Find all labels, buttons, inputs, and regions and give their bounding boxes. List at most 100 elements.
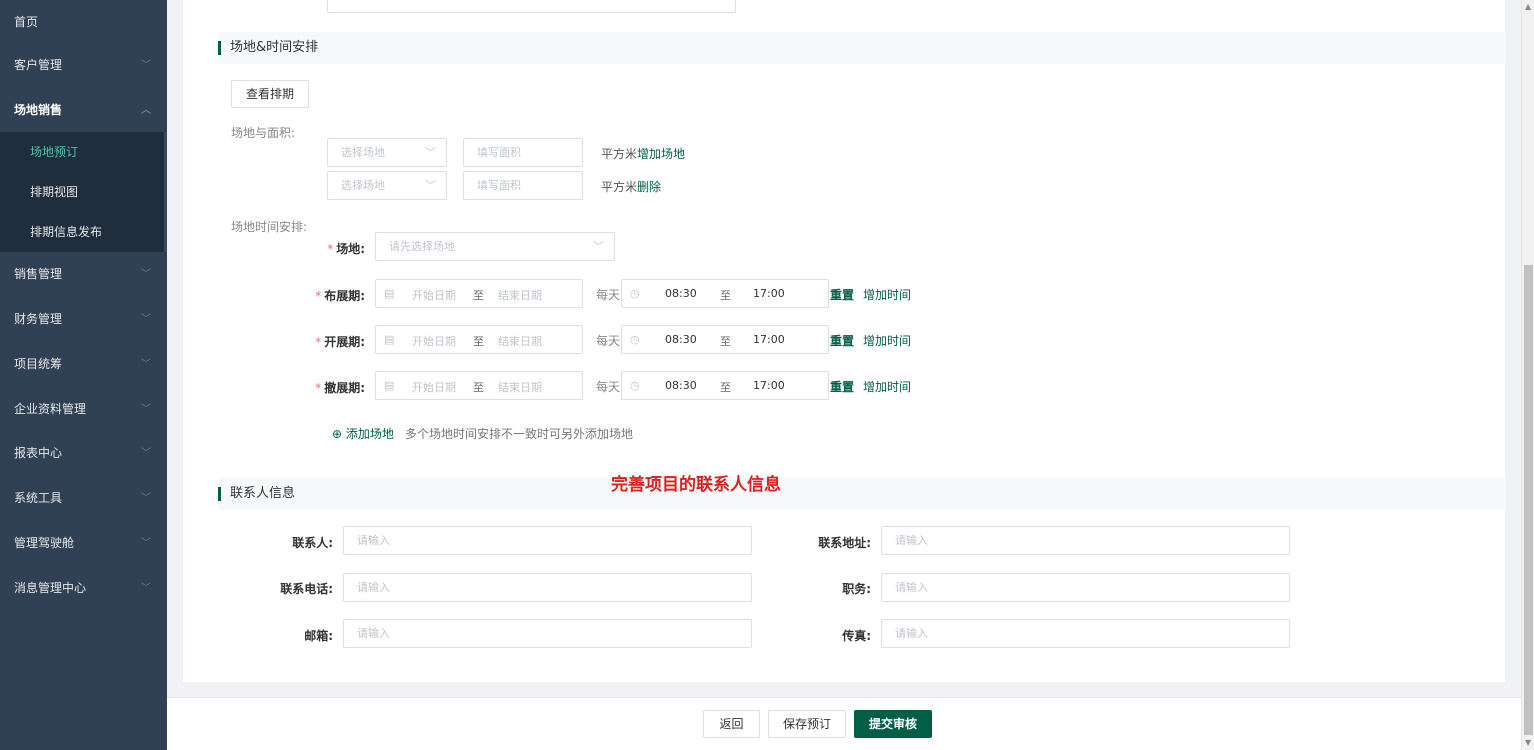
section-title: 联系人信息 xyxy=(230,486,296,501)
venue-select[interactable]: 选择场地 ﹀ xyxy=(327,171,447,200)
page-scrollbar[interactable]: ▲ ▼ xyxy=(1521,0,1534,750)
reset-link[interactable]: 重置 xyxy=(830,332,854,349)
sidebar-subitem-schedule-publish[interactable]: 排期信息发布 xyxy=(0,212,167,252)
sidebar-item-company-docs[interactable]: 企业资料管理 ﹀ xyxy=(0,387,167,432)
sidebar-item-reports[interactable]: 报表中心 ﹀ xyxy=(0,431,167,476)
daily-label: 每天 xyxy=(596,288,621,302)
save-booking-button[interactable]: 保存预订 xyxy=(768,710,846,738)
footer-actions: 返回 保存预订 提交审核 xyxy=(167,697,1521,750)
input-placeholder: 请输入 xyxy=(895,581,928,594)
chevron-down-icon: ﹀ xyxy=(141,538,151,549)
sidebar-item-label: 场地销售 xyxy=(14,103,63,117)
add-venue-link[interactable]: ⊕ 添加场地 xyxy=(332,425,394,442)
chevron-down-icon: ﹀ xyxy=(425,179,436,192)
setup-period-label: * 布展期: xyxy=(315,289,365,303)
section-title: 场地&时间安排 xyxy=(230,40,319,55)
teardown-date-range-picker[interactable]: ▤ 开始日期 至 结束日期 xyxy=(375,371,583,400)
input-placeholder: 填写面积 xyxy=(477,179,521,192)
chevron-down-icon: ﹀ xyxy=(141,448,151,459)
end-time-value: 17:00 xyxy=(753,379,785,392)
reset-link[interactable]: 重置 xyxy=(830,378,854,395)
sidebar-item-label: 销售管理 xyxy=(14,267,63,281)
range-separator: 至 xyxy=(720,289,731,302)
contact-phone-input[interactable]: 请输入 xyxy=(343,573,752,602)
add-time-link[interactable]: 增加时间 xyxy=(863,378,911,395)
input-placeholder: 请输入 xyxy=(357,627,390,640)
area-input[interactable]: 填写面积 xyxy=(463,171,583,200)
input-placeholder: 请输入 xyxy=(895,534,928,547)
start-time-value: 08:30 xyxy=(665,287,697,300)
area-unit: 平方米 xyxy=(601,147,638,161)
contact-name-input[interactable]: 请输入 xyxy=(343,526,752,555)
clock-icon: ◷ xyxy=(630,333,640,346)
sidebar-subitem-schedule-view[interactable]: 排期视图 xyxy=(0,172,167,212)
chevron-down-icon: ﹀ xyxy=(141,359,151,370)
section-contacts: 联系人信息 xyxy=(218,478,1506,510)
sidebar-subitem-label: 场地预订 xyxy=(30,145,79,159)
sidebar-item-venue-sales[interactable]: 场地销售 ︿ xyxy=(0,88,167,133)
sidebar-item-label: 财务管理 xyxy=(14,312,63,326)
sidebar-item-system-tools[interactable]: 系统工具 ﹀ xyxy=(0,476,167,521)
job-title-input[interactable]: 请输入 xyxy=(881,573,1290,602)
add-time-link[interactable]: 增加时间 xyxy=(863,332,911,349)
email-label: 邮箱: xyxy=(304,629,333,643)
range-separator: 至 xyxy=(473,289,484,302)
setup-date-range-picker[interactable]: ▤ 开始日期 至 结束日期 xyxy=(375,279,583,308)
input-placeholder: 请输入 xyxy=(895,627,928,640)
scrollbar-thumb[interactable] xyxy=(1524,265,1533,735)
sidebar-item-finance[interactable]: 财务管理 ﹀ xyxy=(0,297,167,342)
sidebar-item-customer[interactable]: 客户管理 ﹀ xyxy=(0,43,167,88)
select-placeholder: 选择场地 xyxy=(341,146,385,159)
view-schedule-button[interactable]: 查看排期 xyxy=(231,80,309,108)
sidebar-item-home[interactable]: 首页 xyxy=(0,0,167,45)
sidebar-item-sales[interactable]: 销售管理 ﹀ xyxy=(0,252,167,297)
exhibition-time-range-picker[interactable]: ◷ 08:30 至 17:00 xyxy=(621,325,829,354)
chevron-down-icon: ﹀ xyxy=(593,240,604,253)
section-venue-time: 场地&时间安排 xyxy=(218,32,1506,64)
teardown-time-range-picker[interactable]: ◷ 08:30 至 17:00 xyxy=(621,371,829,400)
add-venue-hint: 多个场地时间安排不一致时可另外添加场地 xyxy=(405,427,634,441)
contact-address-input[interactable]: 请输入 xyxy=(881,526,1290,555)
venue-select[interactable]: 选择场地 ﹀ xyxy=(327,138,447,167)
exhibition-date-range-picker[interactable]: ▤ 开始日期 至 结束日期 xyxy=(375,325,583,354)
sidebar-item-label: 企业资料管理 xyxy=(14,402,87,416)
sidebar-item-messages[interactable]: 消息管理中心 ﹀ xyxy=(0,566,167,611)
add-venue-row-link[interactable]: 增加场地 xyxy=(637,145,685,162)
back-button[interactable]: 返回 xyxy=(703,710,760,738)
calendar-icon: ▤ xyxy=(384,333,395,346)
add-time-link[interactable]: 增加时间 xyxy=(863,286,911,303)
reset-link[interactable]: 重置 xyxy=(830,286,854,303)
start-time-value: 08:30 xyxy=(665,379,697,392)
setup-time-range-picker[interactable]: ◷ 08:30 至 17:00 xyxy=(621,279,829,308)
chevron-down-icon: ﹀ xyxy=(141,583,151,594)
sidebar-item-label: 报表中心 xyxy=(14,446,63,460)
sidebar-item-cockpit[interactable]: 管理驾驶舱 ﹀ xyxy=(0,521,167,566)
annotation-banner: 完善项目的联系人信息 xyxy=(611,475,781,495)
chevron-down-icon: ﹀ xyxy=(141,60,151,71)
main-content: 场地&时间安排 查看排期 场地与面积: 选择场地 ﹀ 填写面积 平方米 增加场地 … xyxy=(167,0,1521,750)
previous-field-input[interactable] xyxy=(327,0,736,13)
exhibition-period-label: * 开展期: xyxy=(315,335,365,349)
start-date-placeholder: 开始日期 xyxy=(412,381,456,394)
venue-field-select[interactable]: 请先选择场地 ﹀ xyxy=(375,232,615,261)
venue-time-label: 场地时间安排: xyxy=(231,220,308,234)
range-separator: 至 xyxy=(720,381,731,394)
submit-review-button[interactable]: 提交审核 xyxy=(854,710,932,738)
fax-input[interactable]: 请输入 xyxy=(881,619,1290,648)
chevron-up-icon: ︿ xyxy=(141,105,151,116)
plus-circle-icon: ⊕ xyxy=(332,427,343,441)
chevron-down-icon: ﹀ xyxy=(141,314,151,325)
scroll-down-icon[interactable]: ▼ xyxy=(1525,738,1531,747)
end-date-placeholder: 结束日期 xyxy=(498,381,542,394)
form-card: 场地&时间安排 查看排期 场地与面积: 选择场地 ﹀ 填写面积 平方米 增加场地 … xyxy=(183,0,1506,682)
sidebar-subitem-venue-booking[interactable]: 场地预订 xyxy=(0,132,167,172)
area-unit: 平方米 xyxy=(601,180,638,194)
sidebar-item-label: 消息管理中心 xyxy=(14,581,87,595)
scroll-up-icon[interactable]: ▲ xyxy=(1525,2,1531,11)
end-date-placeholder: 结束日期 xyxy=(498,335,542,348)
sidebar-item-project[interactable]: 项目统筹 ﹀ xyxy=(0,342,167,387)
email-input[interactable]: 请输入 xyxy=(343,619,752,648)
area-input[interactable]: 填写面积 xyxy=(463,138,583,167)
range-separator: 至 xyxy=(473,335,484,348)
delete-venue-row-link[interactable]: 删除 xyxy=(637,178,661,195)
